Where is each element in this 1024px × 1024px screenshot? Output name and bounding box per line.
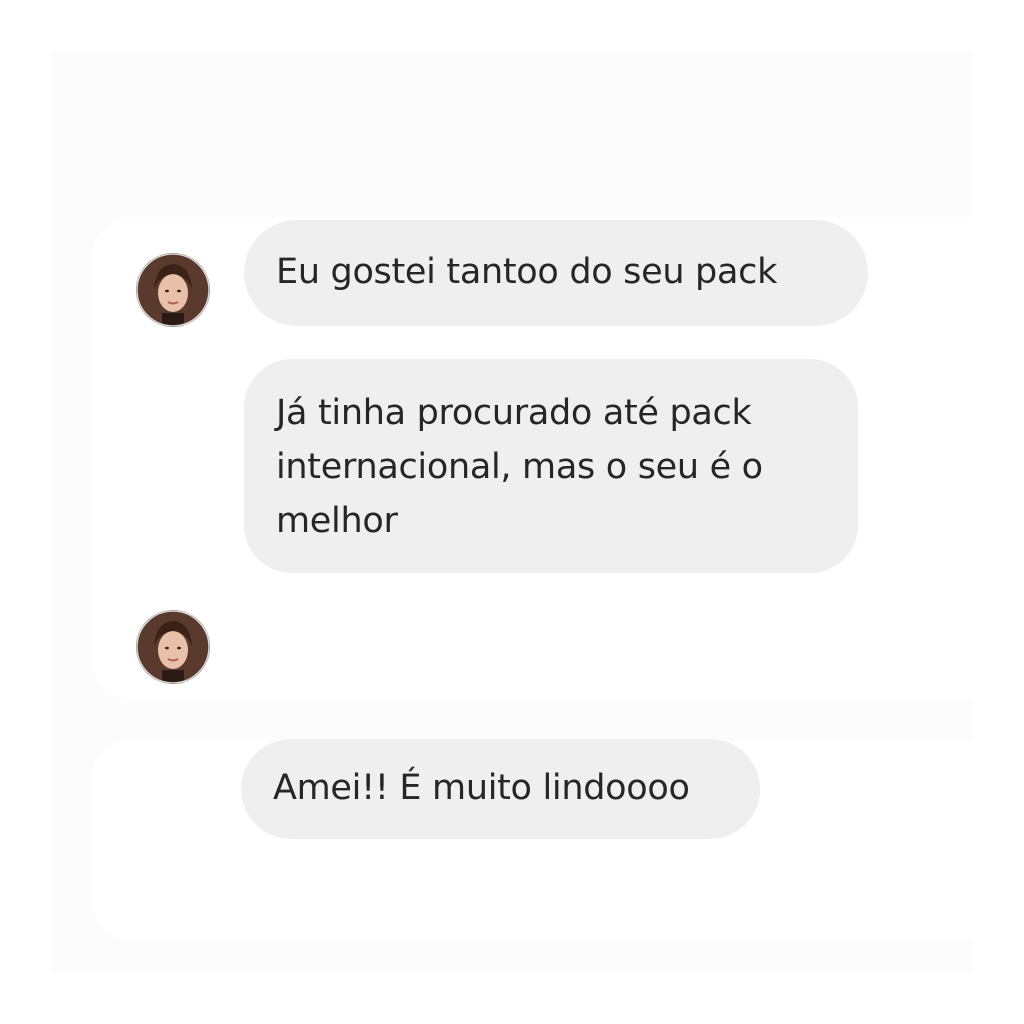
avatar[interactable]	[136, 253, 210, 327]
message-bubble[interactable]: Amei!! É muito lindoooo	[241, 739, 760, 839]
profile-photo-icon	[136, 610, 210, 684]
message-bubble[interactable]: Já tinha procurado até pack internaciona…	[244, 359, 858, 573]
avatar[interactable]	[136, 610, 210, 684]
profile-photo-icon	[136, 253, 210, 327]
message-bubble[interactable]: Eu gostei tantoo do seu pack	[244, 220, 868, 326]
